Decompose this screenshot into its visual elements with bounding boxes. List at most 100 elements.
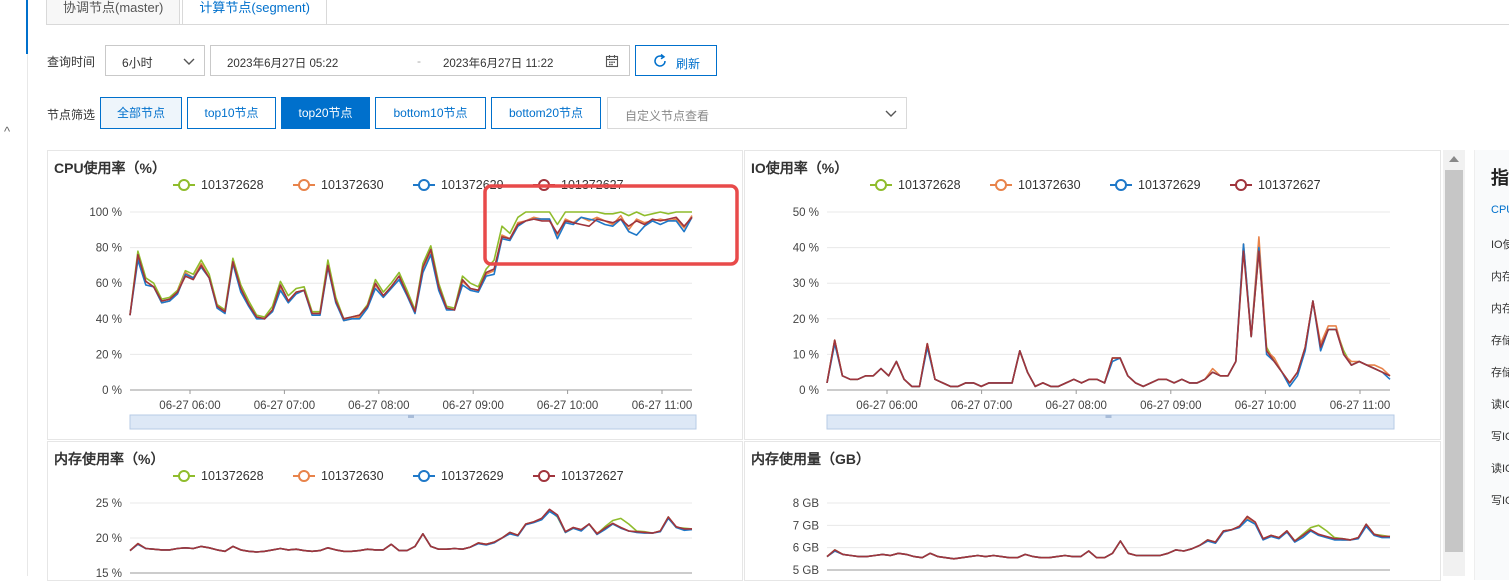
- legend-item-101372630[interactable]: 101372630: [293, 469, 384, 483]
- memory-amount-chart-panel: 内存使用量（GB） 8 GB 7 GB 6 GB 5 GB: [744, 441, 1441, 581]
- side-nav-strip: ^: [0, 0, 28, 576]
- legend-item-101372629[interactable]: 101372629: [413, 469, 504, 483]
- x-tick-label: 06-27 07:00: [951, 400, 1012, 412]
- metrics-link-write-io-2[interactable]: 写IO: [1491, 492, 1509, 508]
- memory-rate-chart: 25 % 20 % 15 % 101372628 101372630 101372629 1…: [96, 469, 693, 580]
- start-datetime[interactable]: 2023年6月27日 05:22: [227, 55, 338, 71]
- legend-label: 101372630: [321, 178, 384, 192]
- series-line-101372629: [826, 243, 1391, 388]
- calendar-icon[interactable]: [605, 54, 619, 68]
- side-nav-active-indicator: [26, 0, 28, 54]
- refresh-label: 刷新: [676, 57, 701, 71]
- cpu-usage-chart-panel: CPU使用率（%） 100 % 80 % 60 % 40 % 20 % 0 % 06-27 …: [47, 150, 743, 440]
- y-tick-label: 0 %: [102, 385, 122, 397]
- memory-amount-chart: 8 GB 7 GB 6 GB 5 GB: [793, 498, 1391, 577]
- y-tick-label: 5 GB: [793, 565, 820, 577]
- collapse-chevron-icon[interactable]: ^: [4, 124, 10, 139]
- tab-segment[interactable]: 计算节点(segment): [182, 0, 327, 25]
- x-tick-label: 06-27 10:00: [537, 400, 598, 412]
- y-tick-label: 60 %: [96, 278, 122, 290]
- legend-marker: [875, 179, 887, 191]
- x-tick-label: 06-27 08:00: [348, 400, 409, 412]
- custom-node-placeholder: 自定义节点查看: [625, 109, 710, 123]
- series-line-101372630: [129, 509, 693, 553]
- filter-top10-button[interactable]: top10节点: [187, 97, 276, 129]
- scrollbar-thumb[interactable]: [1445, 170, 1463, 552]
- legend-marker: [298, 179, 310, 191]
- filter-top20-button[interactable]: top20节点: [281, 97, 370, 129]
- legend-item-101372627[interactable]: 101372627: [1230, 178, 1321, 192]
- metrics-link-storage-1[interactable]: 存储: [1491, 332, 1509, 348]
- legend-label: 101372627: [1258, 178, 1321, 192]
- cpu-usage-chart: 100 % 80 % 60 % 40 % 20 % 0 % 06-27 06:00 06-27…: [89, 178, 739, 430]
- custom-node-select[interactable]: 自定义节点查看: [607, 97, 907, 129]
- y-tick-label: 50 %: [793, 207, 819, 219]
- legend-marker: [1115, 179, 1127, 191]
- legend-item-101372630[interactable]: 101372630: [293, 178, 384, 192]
- time-range-select[interactable]: 6小时: [105, 45, 205, 76]
- y-tick-label: 25 %: [96, 498, 122, 510]
- legend-item-101372628[interactable]: 101372628: [173, 178, 264, 192]
- legend-marker: [995, 179, 1007, 191]
- node-filter-label: 节点筛选: [47, 108, 96, 122]
- y-tick-label: 40 %: [96, 314, 122, 326]
- time-range-value: 6小时: [122, 56, 153, 70]
- date-range-picker[interactable]: 2023年6月27日 05:22 - 2023年6月27日 11:22: [210, 45, 630, 76]
- y-tick-label: 40 %: [793, 243, 819, 255]
- node-type-tabs: 协调节点(master) 计算节点(segment): [46, 0, 329, 25]
- legend-marker: [298, 470, 310, 482]
- metrics-link-mem-amount[interactable]: 内存: [1491, 300, 1509, 316]
- legend-item-101372630[interactable]: 101372630: [990, 178, 1081, 192]
- legend-marker: [178, 179, 190, 191]
- x-tick-label: 06-27 11:00: [1330, 400, 1391, 412]
- legend-label: 101372628: [201, 178, 264, 192]
- chevron-down-icon: [183, 58, 195, 65]
- series-line-101372628: [826, 246, 1391, 388]
- legend-item-101372629[interactable]: 101372629: [1110, 178, 1201, 192]
- y-tick-label: 80 %: [96, 243, 122, 255]
- io-usage-chart-panel: IO使用率（%） 50 % 40 % 30 % 20 % 10 % 0 % 06-27 06…: [744, 150, 1441, 440]
- y-tick-label: 30 %: [793, 278, 819, 290]
- zoom-slider-handle: [408, 415, 414, 418]
- legend-item-101372628[interactable]: 101372628: [173, 469, 264, 483]
- metrics-link-storage-2[interactable]: 存储: [1491, 364, 1509, 380]
- legend-label: 101372629: [441, 469, 504, 483]
- tab-underline: [46, 24, 1509, 25]
- date-separator: -: [417, 54, 421, 68]
- y-tick-label: 10 %: [793, 349, 819, 361]
- series-line-101372629: [129, 216, 693, 322]
- filter-bottom10-button[interactable]: bottom10节点: [375, 97, 486, 129]
- metrics-link-read-io-1[interactable]: 读IO: [1491, 396, 1509, 412]
- metrics-link-write-io-1[interactable]: 写IO: [1491, 428, 1509, 444]
- zoom-slider-handle: [1105, 415, 1112, 418]
- legend-item-101372628[interactable]: 101372628: [870, 178, 961, 192]
- x-tick-label: 06-27 06:00: [159, 400, 220, 412]
- refresh-button[interactable]: 刷新: [635, 45, 717, 76]
- legend-marker: [178, 470, 190, 482]
- filter-bottom20-button[interactable]: bottom20节点: [491, 97, 601, 129]
- series-line-101372627: [826, 515, 1390, 560]
- y-tick-label: 7 GB: [793, 520, 820, 532]
- refresh-icon: [654, 53, 666, 67]
- legend-label: 101372628: [898, 178, 961, 192]
- metrics-link-cpu[interactable]: CPU: [1491, 204, 1509, 216]
- y-tick-label: 6 GB: [793, 543, 820, 555]
- memory-rate-chart-panel: 内存使用率（%） 25 % 20 % 15 % 101372628 101372630 1…: [47, 441, 743, 581]
- metrics-link-mem-rate[interactable]: 内存: [1491, 268, 1509, 284]
- scroll-up-arrow-icon[interactable]: [1449, 156, 1459, 162]
- tab-master[interactable]: 协调节点(master): [46, 0, 181, 25]
- series-line-101372629: [129, 510, 693, 553]
- metrics-index-panel: 指 CPU IO使 内存 内存 存储 存储 读IO 写IO 读IO 写IO: [1474, 150, 1509, 580]
- query-time-label: 查询时间: [47, 55, 96, 69]
- legend-item-101372627[interactable]: 101372627: [533, 469, 624, 483]
- legend-marker: [1235, 179, 1247, 191]
- x-tick-label: 06-27 11:00: [632, 400, 693, 412]
- metrics-link-read-io-2[interactable]: 读IO: [1491, 460, 1509, 476]
- series-line-101372628: [129, 509, 693, 553]
- page-scrollbar[interactable]: [1443, 150, 1465, 576]
- chevron-down-icon: [885, 110, 897, 117]
- end-datetime[interactable]: 2023年6月27日 11:22: [443, 55, 553, 71]
- legend-label: 101372630: [1018, 178, 1081, 192]
- metrics-link-io[interactable]: IO使: [1491, 236, 1509, 252]
- filter-all-nodes-button[interactable]: 全部节点: [100, 97, 182, 129]
